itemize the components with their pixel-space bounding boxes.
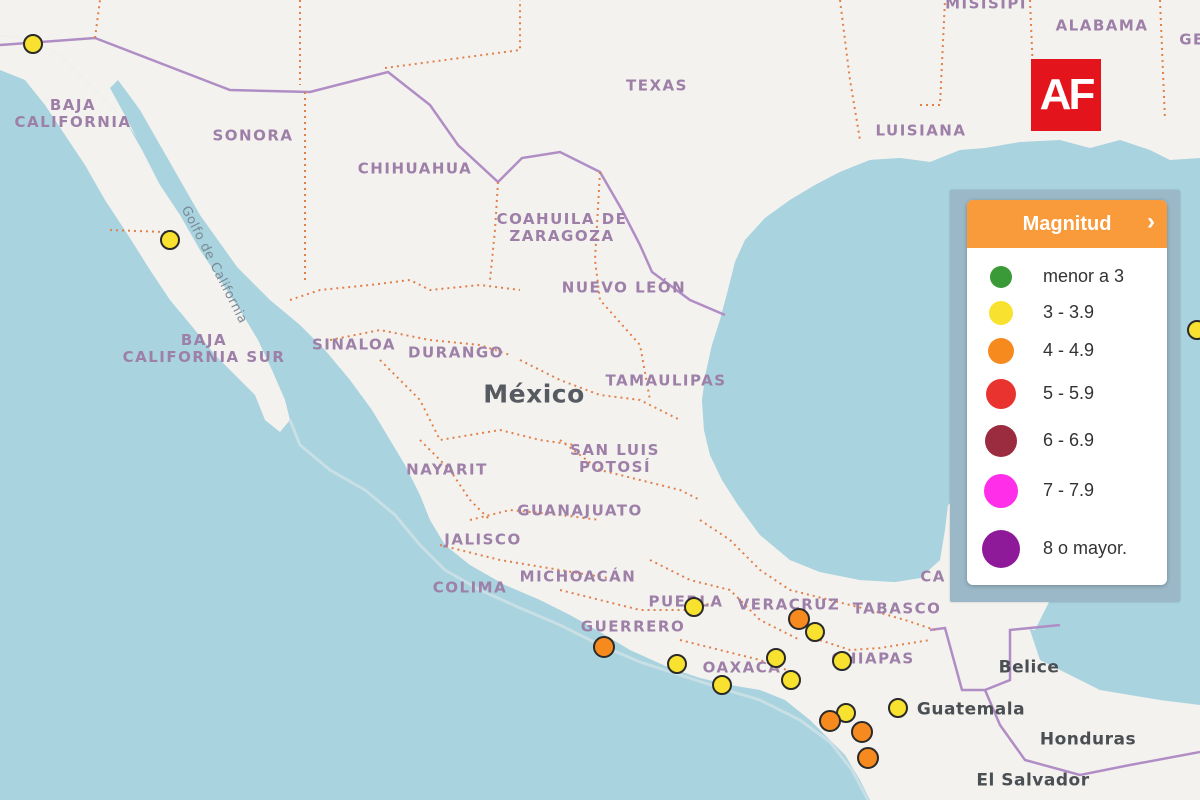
magnitude-swatch [990,266,1012,288]
magnitude-swatch [989,301,1013,325]
legend-item: menor a 3 [967,262,1167,292]
state-label-misisipi: MISISIPI [945,0,1027,13]
state-label-veracruz: VERACRUZ [737,595,841,614]
magnitude-swatch [984,474,1018,508]
state-label-nayarit: NAYARIT [406,460,488,479]
earthquake-map[interactable]: BAJA CALIFORNIA SONORA CHIHUAHUA COAHUIL… [0,0,1200,800]
state-label-baja-california: BAJA CALIFORNIA [14,96,132,131]
earthquake-marker[interactable] [832,651,852,671]
earthquake-marker[interactable] [781,670,801,690]
state-label-guerrero: GUERRERO [580,617,686,636]
earthquake-marker[interactable] [857,747,879,769]
state-label-alabama: ALABAMA [1055,16,1149,35]
magnitude-legend: Magnitud › menor a 3 3 - 3.9 4 - 4.9 5 -… [950,190,1180,602]
country-label-honduras: Honduras [1039,729,1137,750]
earthquake-marker[interactable] [1187,320,1200,340]
magnitude-swatch [988,338,1014,364]
earthquake-marker[interactable] [819,710,841,732]
legend-item: 6 - 6.9 [967,425,1167,457]
magnitude-swatch [986,379,1016,409]
legend-item-label: 8 o mayor. [1043,538,1128,558]
country-label-belice: Belice [998,657,1060,678]
state-label-luisiana: LUISIANA [875,121,967,140]
state-label-jalisco: JALISCO [444,530,522,549]
state-label-colima: COLIMA [432,578,508,597]
chevron-right-icon[interactable]: › [1147,208,1155,236]
legend-item-label: 7 - 7.9 [1043,480,1095,500]
legend-item-label: 4 - 4.9 [1043,340,1095,360]
legend-item: 4 - 4.9 [967,336,1167,366]
country-label-guatemala: Guatemala [916,699,1026,720]
legend-header[interactable]: Magnitud › [967,200,1167,248]
earthquake-marker[interactable] [593,636,615,658]
legend-item: 5 - 5.9 [967,379,1167,409]
earthquake-marker[interactable] [805,622,825,642]
earthquake-marker[interactable] [23,34,43,54]
state-label-baja-california-sur: BAJA CALIFORNIA SUR [122,331,286,366]
legend-item: 3 - 3.9 [967,298,1167,328]
legend-item-label: 6 - 6.9 [1043,430,1095,450]
state-label-san-luis-potosi: SAN LUIS POTOSÍ [570,441,660,476]
legend-item: 7 - 7.9 [967,474,1167,508]
legend-item-label: menor a 3 [1043,266,1125,286]
state-label-sinaloa: SINALOA [311,335,397,354]
af-logo: AF [1031,59,1101,131]
earthquake-marker[interactable] [684,597,704,617]
state-label-texas: TEXAS [626,76,688,95]
legend-item: 8 o mayor. [967,530,1167,568]
state-label-guanajuato: GUANAJUATO [517,501,643,520]
state-label-michoacan: MICHOACÁN [519,567,637,586]
earthquake-marker[interactable] [766,648,786,668]
legend-item-label: 3 - 3.9 [1043,302,1095,322]
earthquake-marker[interactable] [851,721,873,743]
earthquake-marker[interactable] [888,698,908,718]
state-label-sonora: SONORA [212,126,294,145]
country-label-el-salvador: El Salvador [976,770,1090,791]
state-label-coahuila: COAHUILA DE ZARAGOZA [496,210,628,245]
magnitude-swatch [985,425,1017,457]
country-label-mexico: México [483,379,585,409]
magnitude-swatch [982,530,1020,568]
state-label-nuevo-leon: NUEVO LEÓN [561,278,687,297]
legend-panel: Magnitud › menor a 3 3 - 3.9 4 - 4.9 5 -… [967,200,1167,585]
earthquake-marker[interactable] [712,675,732,695]
legend-item-label: 5 - 5.9 [1043,383,1095,403]
earthquake-marker[interactable] [160,230,180,250]
legend-title: Magnitud [1022,212,1112,235]
state-label-ca: CA [920,567,946,586]
state-label-chihuahua: CHIHUAHUA [357,159,473,178]
state-label-tabasco: TABASCO [852,599,942,618]
earthquake-marker[interactable] [667,654,687,674]
state-label-ge: GE [1179,30,1200,49]
state-label-durango: DURANGO [408,343,504,362]
state-label-tamaulipas: TAMAULIPAS [605,371,727,390]
